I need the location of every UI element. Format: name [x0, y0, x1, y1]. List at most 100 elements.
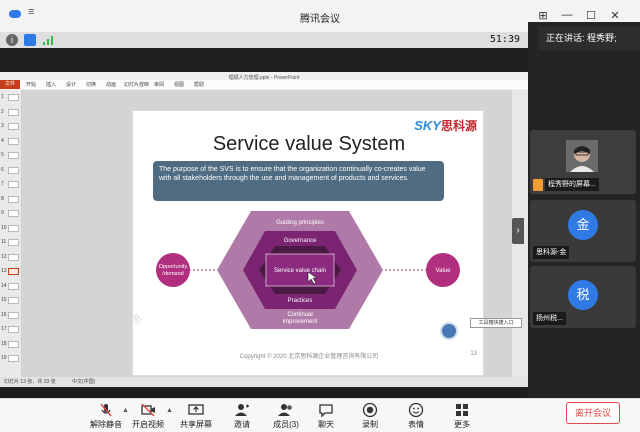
- slide-thumbnail-number: 5: [1, 152, 4, 158]
- slide-thumbnail[interactable]: [8, 108, 19, 116]
- minimize-button[interactable]: —: [560, 8, 574, 22]
- slide-thumbnail-number: 15: [1, 297, 7, 303]
- continual-improvement-label-2: improvement: [283, 319, 318, 325]
- invite-label: 邀请: [234, 420, 250, 429]
- governance-label: Governance: [284, 238, 317, 244]
- logo-cn: 思科源: [440, 118, 477, 133]
- ppt-tab[interactable]: 设计: [66, 81, 76, 88]
- slide-thumbnail[interactable]: [8, 210, 19, 217]
- ppt-tab[interactable]: 插入: [46, 81, 56, 88]
- slide-title: Service value System: [212, 133, 406, 155]
- status-language: 中文(中国): [72, 379, 96, 385]
- ppt-tab[interactable]: 帮助: [194, 81, 204, 88]
- ppt-tab[interactable]: 视图: [174, 81, 184, 88]
- slide-thumbnail-pane: 1 2 3 4 5 6 7 8 9 10 11 12 13 14 15 16 17 18 19: [0, 90, 22, 377]
- info-icon[interactable]: i: [6, 34, 18, 46]
- chat-label: 聊天: [318, 420, 334, 429]
- svs-diagram: Guiding principles Governance Service va…: [156, 211, 460, 329]
- chat-button[interactable]: 聊天: [304, 402, 348, 432]
- record-button[interactable]: 录制: [348, 402, 392, 432]
- video-options-caret[interactable]: ▲: [166, 407, 173, 414]
- ppt-status-bar: 幻灯片 13 张，共 33 张 中文(中国): [0, 377, 528, 387]
- more-button[interactable]: 更多: [440, 402, 484, 432]
- security-shield-icon[interactable]: [24, 34, 36, 46]
- invite-icon: [235, 404, 249, 416]
- members-button[interactable]: 成员(3): [264, 402, 308, 432]
- guiding-principles-label: Guiding principles: [276, 220, 324, 226]
- slide-thumbnail[interactable]: [8, 224, 19, 232]
- slide-thumbnail-number: 6: [1, 166, 4, 173]
- slide-thumbnail[interactable]: [8, 311, 19, 319]
- participant-tile[interactable]: 税 扬州税...: [530, 266, 636, 328]
- record-label: 录制: [362, 420, 378, 429]
- float-toolbox-button[interactable]: [440, 322, 458, 340]
- slide-thumbnail-number: 13: [1, 268, 7, 274]
- slide-thumbnail[interactable]: [8, 297, 19, 304]
- meeting-info-bar: i 51:39: [0, 32, 528, 48]
- slide-thumbnail-number: 14: [1, 282, 7, 289]
- members-icon: [278, 404, 292, 416]
- slide-thumbnail[interactable]: [8, 355, 19, 362]
- slide-thumbnail-number: 12: [1, 253, 7, 260]
- participant-name: 程秀野的屏幕...: [545, 178, 599, 191]
- participant-tile[interactable]: 程秀野的屏幕...: [530, 130, 636, 194]
- unmute-label: 解除静音: [90, 420, 122, 429]
- pin-icon[interactable]: ⊞: [536, 8, 550, 22]
- slide-thumbnail[interactable]: [8, 166, 19, 174]
- start-video-button[interactable]: 开启视频: [126, 402, 170, 432]
- toolbox-shortcut-chip[interactable]: 工具箱快捷入口: [470, 318, 522, 328]
- slide-thumbnail[interactable]: [8, 195, 19, 203]
- continual-improvement-label-1: Continual: [287, 312, 312, 318]
- participant-name: 扬州税...: [533, 312, 566, 325]
- practices-label: Practices: [288, 298, 313, 304]
- slide-thumbnail[interactable]: [8, 137, 19, 145]
- maximize-button[interactable]: ☐: [584, 8, 598, 22]
- slide-thumbnail[interactable]: [8, 340, 19, 348]
- active-speaker-label: 正在讲话: 程秀野;: [538, 26, 640, 50]
- leave-meeting-button[interactable]: 离开会议: [566, 402, 620, 424]
- shared-screen-area: 理顺人力管理.pptx - PowerPoint 文件 开始 插入 设计 切换 …: [0, 48, 528, 398]
- share-screen-button[interactable]: 共享屏幕: [174, 402, 218, 432]
- invite-button[interactable]: 邀请: [220, 402, 264, 432]
- slide-thumbnail[interactable]: [8, 326, 19, 333]
- opportunity-label-1: Opportunity: [159, 264, 188, 270]
- meeting-toolbar: 解除静音 ▲ 开启视频 ▲ 共享屏幕 邀请 成员(3) 聊天 录制 表情 更多: [0, 398, 640, 432]
- slide-thumbnail[interactable]: [8, 152, 19, 159]
- chat-icon: [319, 404, 333, 418]
- record-icon: [362, 402, 378, 418]
- slide-thumbnail-number: 17: [1, 326, 7, 332]
- slide-thumbnail-number: 11: [1, 239, 7, 245]
- ppt-tab[interactable]: 动画: [106, 81, 116, 88]
- participant-tile[interactable]: 金 思科源-金: [530, 200, 636, 262]
- slide-thumbnail[interactable]: [8, 123, 19, 130]
- logo-latin: SKY: [414, 117, 441, 133]
- ppt-file-tab[interactable]: 文件: [0, 80, 20, 89]
- reactions-button[interactable]: 表情: [394, 402, 438, 432]
- slide-thumbnail[interactable]: [8, 239, 19, 246]
- opportunity-label-2: /demand: [162, 271, 183, 277]
- close-button[interactable]: ✕: [608, 8, 622, 22]
- service-value-chain-label: Service value chain: [274, 268, 326, 274]
- slide-thumbnail[interactable]: [8, 181, 19, 188]
- slide-thumbnail-number: 10: [1, 224, 7, 231]
- slide-thumbnail-number: 18: [1, 340, 7, 347]
- slide-thumbnail-number: 8: [1, 195, 4, 202]
- status-slide-count: 幻灯片 13 张，共 33 张: [4, 379, 56, 385]
- slide-canvas: SKY 思科源 Service value System The purpose…: [22, 90, 512, 377]
- slide-thumbnail[interactable]: [8, 253, 19, 261]
- purpose-text-box: The purpose of the SVS is to ensure that…: [153, 161, 444, 201]
- slide-thumbnail-number: 2: [1, 108, 4, 115]
- participant-avatar: 金: [568, 210, 598, 240]
- ppt-tab[interactable]: 切换: [86, 81, 96, 88]
- slide-thumbnail[interactable]: [8, 282, 19, 290]
- screen-share-icon: [533, 179, 543, 191]
- copyright-text: Copyright © 2020 北京思科源企业管理咨询有限公司: [239, 354, 379, 360]
- ppt-tab[interactable]: 开始: [26, 81, 36, 88]
- slide-thumbnail[interactable]: [8, 268, 19, 275]
- ppt-tab[interactable]: 审阅: [154, 81, 164, 88]
- slide-number: 13: [470, 351, 477, 357]
- camera-off-icon: [141, 403, 155, 417]
- slide-thumbnail[interactable]: [8, 94, 19, 101]
- ppt-tab[interactable]: 幻灯片放映: [124, 81, 149, 88]
- collapse-panel-button[interactable]: ›: [512, 218, 524, 244]
